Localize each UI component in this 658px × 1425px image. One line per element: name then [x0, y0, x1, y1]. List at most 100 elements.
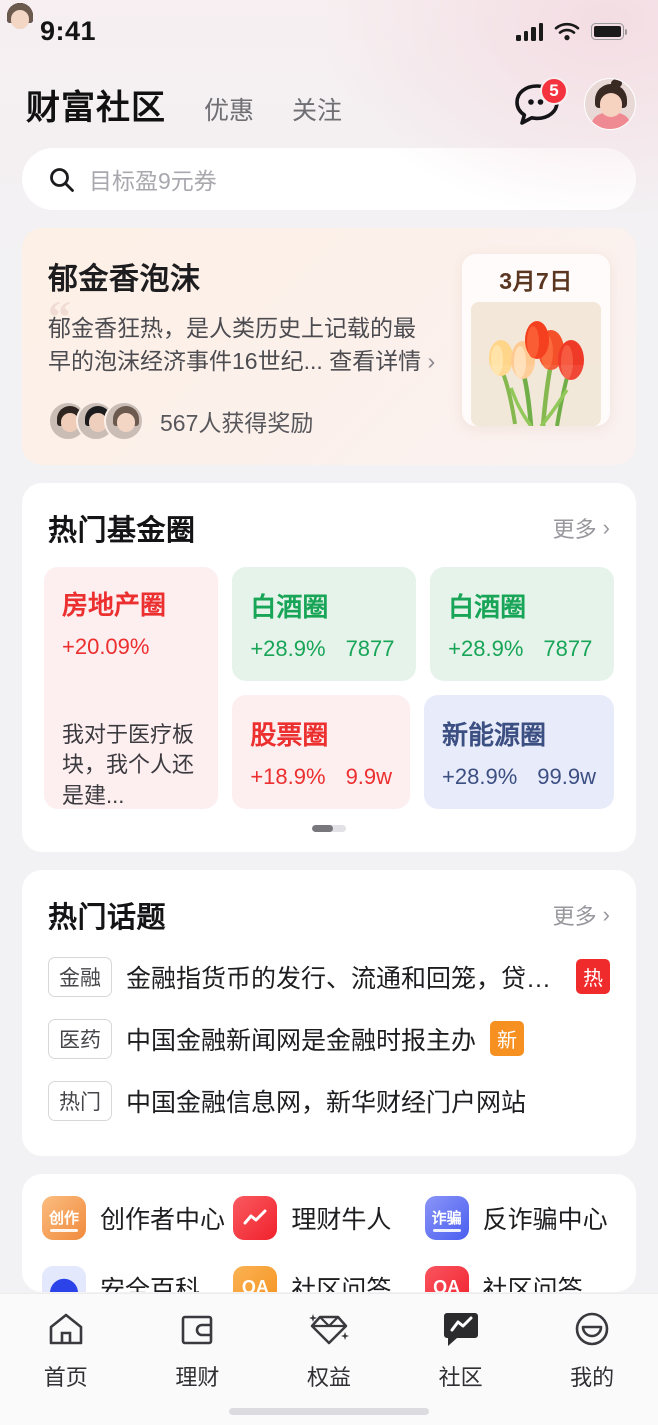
circle-name: 股票圈 — [250, 720, 329, 751]
fund-circle-card-real-estate[interactable]: 房地产圈 +20.09% 我对于医疗板块，我个人还是建... — [7, 3, 219, 809]
tab-label: 社区 — [438, 1365, 483, 1390]
icon-text: QA — [433, 1277, 461, 1292]
topic-tag: 金融 — [48, 956, 112, 997]
profile-smiley-icon — [573, 1307, 611, 1351]
circle-name: 白酒圈 — [448, 592, 527, 623]
circle-members: 7877 — [345, 636, 395, 662]
status-badge: 热 — [576, 959, 610, 995]
tulips-photo — [471, 302, 601, 426]
more-label: 更多 — [552, 516, 597, 542]
avatar-face — [600, 93, 622, 117]
circle-stats: +18.9% 9.9w — [250, 764, 392, 790]
hot-topics-card: 热门话题 更多 › 金融 金融指货币的发行、流通和回笼，贷款的... 热 医药 … — [22, 869, 636, 1156]
quick-entry-community-qa-1[interactable]: QA 社区问答 — [233, 1265, 424, 1292]
quick-entry-anti-fraud[interactable]: 诈骗 反诈骗中心 — [424, 1195, 616, 1240]
pagination-thumb — [312, 824, 333, 832]
messages-button[interactable]: 5 — [512, 77, 568, 129]
circle-change: +18.9% — [250, 764, 326, 790]
tab-community[interactable]: 社区 — [395, 1307, 527, 1392]
fund-circle-card-stocks[interactable]: 股票圈 +18.9% 9.9w — [232, 694, 411, 809]
cellular-signal-icon — [516, 22, 543, 41]
quick-entry-community-qa-2[interactable]: QA 社区问答 — [424, 1265, 616, 1292]
top-nav-tabs: 财富社区 优惠 关注 — [26, 80, 512, 129]
chevron-right-icon: › — [427, 348, 436, 375]
search-input[interactable]: 目标盈9元券 — [89, 162, 217, 196]
tab-benefits[interactable]: 权益 — [263, 1307, 395, 1392]
quick-entries-grid: 创作 创作者中心 理财牛人 诈骗 反诈骗中心 安全百科 QA 社区问答 QA 社… — [42, 1195, 616, 1292]
quick-entries-card: 创作 创作者中心 理财牛人 诈骗 反诈骗中心 安全百科 QA 社区问答 QA 社… — [22, 1173, 636, 1292]
bottom-tab-bar: 首页 理财 权益 社区 我的 — [0, 1293, 658, 1425]
section-title: 热门话题 — [48, 901, 167, 934]
topic-text: 中国金融新闻网是金融时报主办 — [126, 1026, 477, 1055]
tab-label: 权益 — [306, 1365, 351, 1390]
app-header: 财富社区 优惠 关注 5 — [0, 62, 658, 142]
tab-home[interactable]: 首页 — [0, 1307, 132, 1392]
home-icon — [47, 1307, 85, 1351]
chevron-right-icon: › — [602, 514, 610, 540]
quick-entry-creator-center[interactable]: 创作 创作者中心 — [42, 1195, 233, 1240]
participant-avatars — [48, 400, 144, 441]
fund-circle-row-bottom: 股票圈 +18.9% 9.9w 新能源圈 +28.9% 99.9w — [232, 694, 614, 809]
search-icon — [50, 167, 74, 192]
status-badge: 新 — [490, 1021, 525, 1057]
status-icons — [516, 22, 627, 41]
nav-tab-community[interactable]: 财富社区 — [26, 80, 166, 129]
tab-label: 理财 — [175, 1365, 220, 1390]
quick-entry-label: 社区问答 — [482, 1275, 583, 1292]
circle-quote: 我对于医疗板块，我个人还是建... — [62, 721, 195, 809]
topic-text: 金融指货币的发行、流通和回笼，贷款的... — [126, 964, 562, 993]
app-screen: 9:41 财富社区 优惠 关注 5 目标盈9元券 郁金香泡沫 “ 郁金香狂热，是… — [0, 0, 658, 1425]
quick-entry-safety-encyclopedia[interactable]: 安全百科 — [42, 1265, 233, 1292]
search-bar[interactable]: 目标盈9元券 — [22, 148, 636, 210]
avatar[interactable] — [584, 78, 636, 130]
fund-circles-header: 热门基金圈 更多 › — [22, 483, 636, 553]
finance-expert-chart-icon — [233, 1195, 278, 1240]
circle-name: 白酒圈 — [250, 592, 329, 623]
list-item[interactable]: 金融 金融指货币的发行、流通和回笼，贷款的... 热 — [48, 946, 610, 1008]
featured-banner-card[interactable]: 郁金香泡沫 “ 郁金香狂热，是人类历史上记载的最早的泡沫经济事件16世纪... … — [22, 228, 636, 465]
icon-text: 诈骗 — [431, 1210, 462, 1228]
list-item[interactable]: 热门 中国金融信息网，新华财经门户网站 — [48, 1070, 610, 1132]
topic-text: 中国金融信息网，新华财经门户网站 — [126, 1088, 527, 1117]
tab-label: 首页 — [43, 1365, 88, 1390]
topic-tag: 热门 — [48, 1080, 112, 1121]
avatar — [7, 3, 166, 710]
fund-circle-column-right: 白酒圈 +28.9% 7877 白酒圈 +28.9% 7877 股票圈 +18.… — [232, 566, 615, 809]
community-qa-red-icon: QA — [424, 1265, 469, 1292]
quick-entry-label: 社区问答 — [291, 1275, 392, 1292]
banner-detail-link[interactable]: 查看详情 — [329, 348, 421, 374]
circle-name: 新能源圈 — [442, 720, 547, 751]
fund-circles-list: 房地产圈 +20.09% 我对于医疗板块，我个人还是建... 白酒圈 +28.9… — [7, 3, 636, 809]
fund-circle-row-top: 白酒圈 +28.9% 7877 白酒圈 +28.9% 7877 — [232, 566, 615, 681]
circle-members: 9.9w — [345, 764, 393, 790]
tab-label: 我的 — [570, 1365, 615, 1390]
fund-circle-column-left: 房地产圈 +20.09% 我对于医疗板块，我个人还是建... — [7, 3, 219, 809]
fund-circle-card-baijiu-1[interactable]: 白酒圈 +28.9% 7877 — [232, 566, 417, 681]
wifi-icon — [554, 22, 580, 40]
hot-topics-more-button[interactable]: 更多 › — [553, 899, 610, 931]
anti-fraud-icon: 诈骗 — [424, 1195, 469, 1240]
fund-circle-card-new-energy[interactable]: 新能源圈 +28.9% 99.9w — [424, 694, 614, 809]
fund-circles-more-button[interactable]: 更多 › — [553, 512, 610, 544]
nav-tab-deals[interactable]: 优惠 — [204, 91, 254, 127]
tab-finance[interactable]: 理财 — [132, 1307, 264, 1392]
message-count-badge: 5 — [540, 77, 568, 105]
circle-stats: +28.9% 7877 — [448, 636, 596, 662]
battery-icon — [591, 22, 627, 40]
quick-entry-label: 安全百科 — [100, 1275, 201, 1292]
fund-circle-card-baijiu-2[interactable]: 白酒圈 +28.9% 7877 — [430, 566, 615, 681]
nav-tab-following[interactable]: 关注 — [292, 91, 342, 127]
icon-text: 创作 — [48, 1210, 79, 1228]
quick-entry-finance-expert[interactable]: 理财牛人 — [233, 1195, 424, 1240]
community-chat-chart-icon — [441, 1307, 481, 1351]
chevron-right-icon: › — [602, 901, 610, 927]
hot-topics-header: 热门话题 更多 › — [22, 870, 636, 940]
tab-profile[interactable]: 我的 — [526, 1307, 658, 1392]
fund-circles-pagination[interactable] — [22, 809, 636, 852]
quick-entry-label: 创作者中心 — [100, 1205, 226, 1234]
banner-description: 郁金香狂热，是人类历史上记载的最早的泡沫经济事件16世纪... 查看详情 › — [48, 312, 438, 379]
community-qa-orange-icon: QA — [233, 1265, 278, 1292]
list-item[interactable]: 医药 中国金融新闻网是金融时报主办 新 — [48, 1008, 610, 1070]
status-time: 9:41 — [40, 15, 97, 46]
circle-change: +28.9% — [442, 764, 518, 790]
